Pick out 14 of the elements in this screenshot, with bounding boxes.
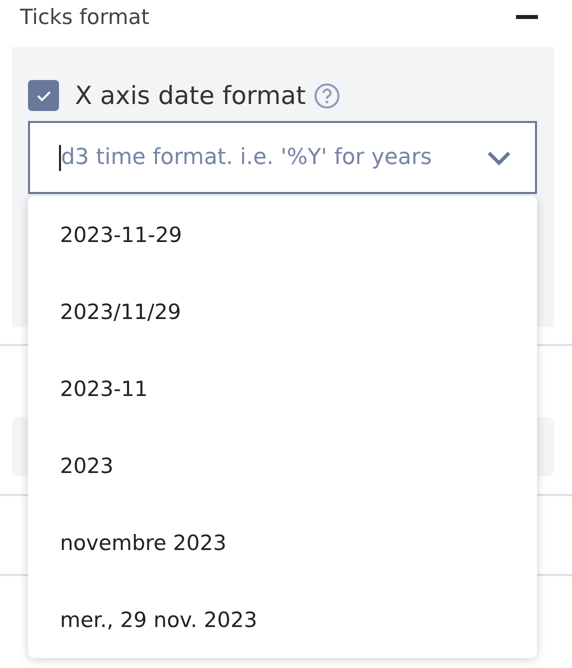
- help-icon[interactable]: [314, 82, 340, 108]
- check-icon: [36, 90, 52, 102]
- dropdown-option[interactable]: novembre 2023: [28, 504, 537, 581]
- checkbox-label: X axis date format: [75, 81, 306, 110]
- dropdown-option[interactable]: mer., 29 nov. 2023: [28, 581, 537, 658]
- dropdown-option[interactable]: 2023-11-29: [28, 196, 537, 273]
- dropdown-option[interactable]: 2023/11/29: [28, 273, 537, 350]
- dropdown-option[interactable]: 2023: [28, 427, 537, 504]
- date-format-select[interactable]: d3 time format. i.e. '%Y' for years: [28, 121, 537, 194]
- text-cursor: [59, 145, 61, 171]
- chevron-down-icon: [487, 150, 511, 166]
- section-title: Ticks format: [20, 5, 150, 29]
- dropdown-option[interactable]: 2023-11: [28, 350, 537, 427]
- checkbox[interactable]: [28, 80, 59, 111]
